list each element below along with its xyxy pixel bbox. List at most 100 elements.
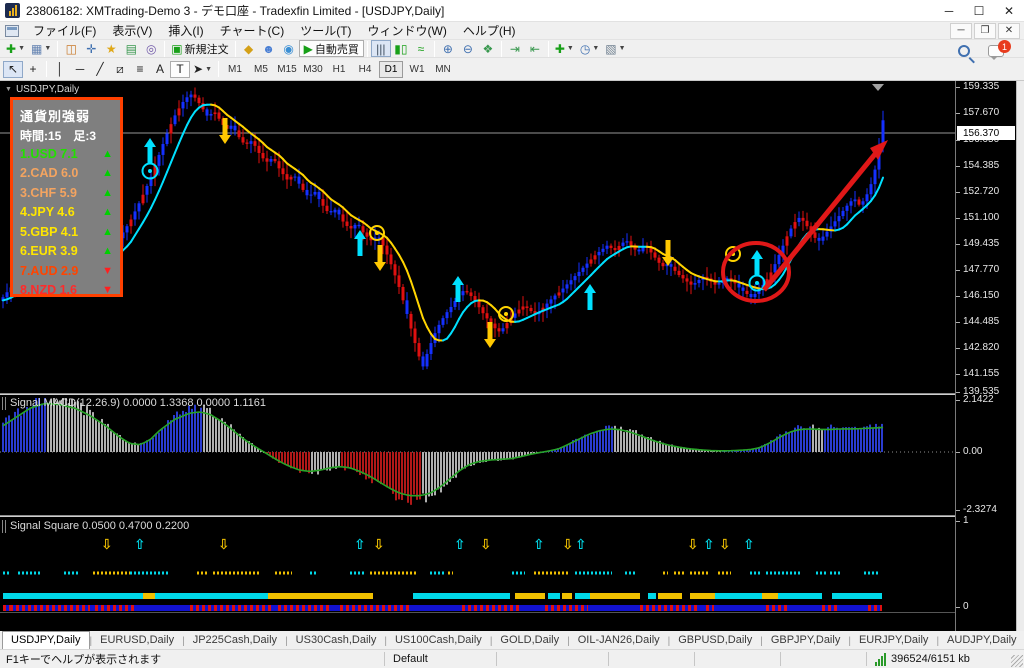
strength-value: 7.AUD 2.9 — [20, 264, 78, 278]
profiles-button[interactable]: ▦▼ — [28, 40, 54, 57]
panel-grip[interactable] — [2, 520, 6, 533]
one-click-icon[interactable]: ▼ — [5, 86, 12, 93]
menu-item-view[interactable]: 表示(V) — [104, 22, 160, 40]
panel-splitter[interactable] — [0, 515, 1016, 517]
new-chart-button[interactable]: ✚▼ — [3, 40, 28, 57]
strength-value: 2.CAD 6.0 — [20, 166, 78, 180]
strength-row-chf: 3.CHF 5.9▲ — [20, 183, 113, 203]
auto-trading-button[interactable]: ▶自動売買 — [299, 40, 364, 57]
mdi-close-icon[interactable]: ✕ — [998, 23, 1020, 39]
menu-item-charts[interactable]: チャート(C) — [212, 22, 293, 40]
close-icon[interactable]: ✕ — [994, 0, 1024, 21]
market-watch-icon: ◫ — [66, 43, 77, 55]
resize-grip[interactable] — [1011, 655, 1023, 667]
maximize-icon[interactable]: ☐ — [964, 0, 994, 21]
zoom-in-button[interactable]: ⊕ — [438, 40, 458, 57]
chart-tab-gold-daily[interactable]: GOLD,Daily — [492, 632, 567, 649]
new-order-button[interactable]: ▣新規注文 — [168, 40, 231, 57]
timeframe-d1[interactable]: D1 — [379, 61, 403, 78]
strategy-tester-button[interactable]: ◎ — [141, 40, 161, 57]
cursor-button[interactable]: ↖ — [3, 61, 23, 78]
auto-scroll-button[interactable]: ⇥ — [505, 40, 525, 57]
timeframe-m1[interactable]: M1 — [223, 61, 247, 78]
square-up-arrow-icon: ⇧ — [354, 537, 366, 553]
timeframe-h1[interactable]: H1 — [327, 61, 351, 78]
chart-tab-jp225cash-daily[interactable]: JP225Cash,Daily — [185, 632, 285, 649]
chart-shift-button[interactable]: ⇤ — [525, 40, 545, 57]
menu-item-help[interactable]: ヘルプ(H) — [455, 22, 524, 40]
macd-label: Signal MACD(12.26.9) 0.0000 1.3368 0.000… — [10, 397, 266, 409]
terminal-button[interactable]: ▤ — [121, 40, 141, 57]
chart-tab-us100cash-daily[interactable]: US100Cash,Daily — [387, 632, 490, 649]
vertical-line-button[interactable]: │ — [50, 61, 70, 78]
timeframe-m5[interactable]: M5 — [249, 61, 273, 78]
chart-canvas[interactable]: ⇩⇧⇩⇧⇩⇧⇩⇧⇩⇧⇩⇧⇩⇧ — [0, 81, 956, 631]
chart-window-icon[interactable] — [5, 25, 19, 37]
square-down-arrow-icon: ⇩ — [562, 537, 574, 553]
menu-item-tools[interactable]: ツール(T) — [292, 22, 359, 40]
timeframe-w1[interactable]: W1 — [405, 61, 429, 78]
bar-chart-button[interactable]: ||| — [371, 40, 391, 57]
menu-item-file[interactable]: ファイル(F) — [25, 22, 104, 40]
fibonacci-button[interactable]: ≡ — [130, 61, 150, 78]
text-button[interactable]: A — [150, 61, 170, 78]
traffic-counter: 396524/6151 kb — [891, 653, 970, 665]
templates-button[interactable]: ▧▼ — [602, 40, 628, 57]
chart-tab-audjpy-daily[interactable]: AUDJPY,Daily — [939, 632, 1024, 649]
indicators-button[interactable]: ✚▼ — [552, 40, 577, 57]
panel-grip[interactable] — [2, 397, 6, 410]
strength-row-aud: 7.AUD 2.9▼ — [20, 261, 113, 281]
metaeditor-button[interactable]: ◆ — [239, 40, 259, 57]
trendline-button[interactable]: ╱ — [90, 61, 110, 78]
timeframe-h4[interactable]: H4 — [353, 61, 377, 78]
chart-tab-eurjpy-daily[interactable]: EURJPY,Daily — [851, 632, 937, 649]
timeframe-mn[interactable]: MN — [431, 61, 455, 78]
down-triangle-icon: ▼ — [102, 284, 113, 296]
periods-button[interactable]: ◷▼ — [577, 40, 602, 57]
label-button[interactable]: T — [170, 61, 190, 78]
strength-row-cad: 2.CAD 6.0▲ — [20, 164, 113, 184]
symbol-label[interactable]: ▼ USDJPY,Daily — [5, 84, 79, 95]
shapes-button[interactable]: ➤▼ — [190, 61, 215, 78]
toolbar-separator — [46, 61, 47, 77]
panel-splitter[interactable] — [0, 393, 1016, 395]
navigator-button[interactable]: ★ — [101, 40, 121, 57]
dropdown-caret-icon: ▼ — [44, 45, 51, 52]
templates-icon: ▧ — [605, 43, 616, 55]
current-price-badge: 156.370 — [957, 126, 1015, 140]
zoom-out-button[interactable]: ⊖ — [458, 40, 478, 57]
tile-windows-button[interactable]: ❖ — [478, 40, 498, 57]
timeframe-m30[interactable]: M30 — [301, 61, 325, 78]
chart-tab-us30cash-daily[interactable]: US30Cash,Daily — [288, 632, 385, 649]
chart-tab-usdjpy-daily[interactable]: USDJPY,Daily — [2, 631, 90, 649]
chart-tab-oil-jan26-daily[interactable]: OIL-JAN26,Daily — [570, 632, 668, 649]
channel-button[interactable]: ⧄ — [110, 61, 130, 78]
channel-icon: ⧄ — [116, 63, 124, 75]
horizontal-line-button[interactable]: ─ — [70, 61, 90, 78]
crosshair-button[interactable]: + — [23, 61, 43, 78]
chart-tab-gbpusd-daily[interactable]: GBPUSD,Daily — [670, 632, 760, 649]
timeframe-m15[interactable]: M15 — [275, 61, 299, 78]
chart-tab-eurusd-daily[interactable]: EURUSD,Daily — [92, 632, 182, 649]
minimize-icon[interactable]: ─ — [934, 0, 964, 21]
chart-tab-gbpjpy-daily[interactable]: GBPJPY,Daily — [763, 632, 849, 649]
shapes-icon: ➤ — [193, 63, 203, 75]
mdi-minimize-icon[interactable]: ─ — [950, 23, 972, 39]
candle-chart-button[interactable]: ▮▯ — [391, 40, 411, 57]
standard-toolbar: ✚▼▦▼◫✛★▤◎▣新規注文◆☻◉▶自動売買|||▮▯≈⊕⊖❖⇥⇤✚▼◷▼▧▼ — [0, 40, 1024, 58]
chat-icon[interactable]: 1 — [988, 45, 1004, 57]
dropdown-caret-icon: ▼ — [18, 45, 25, 52]
mdi-restore-icon[interactable]: ❐ — [974, 23, 996, 39]
menu-item-insert[interactable]: 挿入(I) — [160, 22, 211, 40]
mql5-icon: ◉ — [283, 43, 293, 55]
market-watch-button[interactable]: ◫ — [61, 40, 81, 57]
status-template[interactable]: Default — [384, 652, 496, 666]
price-axis-label: 146.150 — [963, 290, 999, 301]
community-button[interactable]: ☻ — [259, 40, 279, 57]
line-chart-button[interactable]: ≈ — [411, 40, 431, 57]
mql5-button[interactable]: ◉ — [279, 40, 299, 57]
search-icon[interactable] — [958, 45, 970, 57]
menu-item-window[interactable]: ウィンドウ(W) — [360, 22, 455, 40]
data-window-button[interactable]: ✛ — [81, 40, 101, 57]
price-axis-label: 154.385 — [963, 160, 999, 171]
